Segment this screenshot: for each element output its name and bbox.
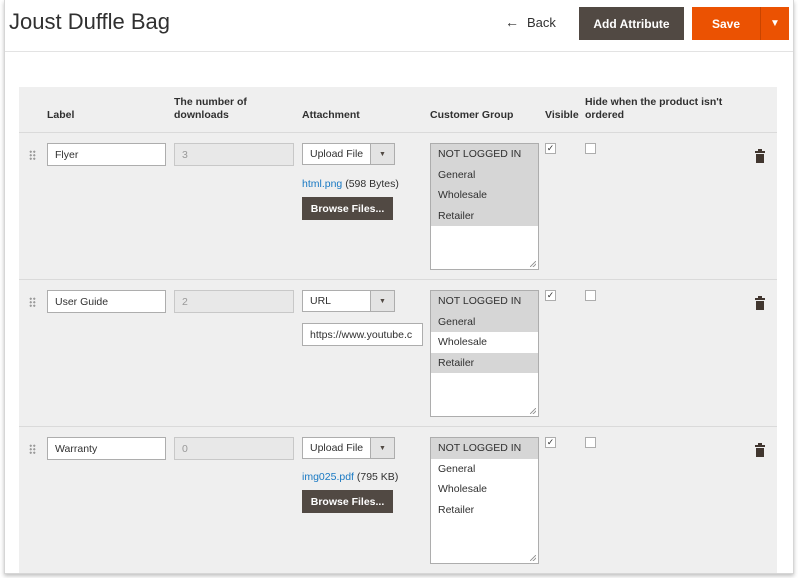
file-size: (795 KB) bbox=[356, 471, 399, 483]
file-link[interactable]: img025.pdf bbox=[302, 471, 354, 483]
resize-handle-icon[interactable] bbox=[530, 555, 536, 561]
customer-group-option[interactable]: Wholesale bbox=[431, 185, 538, 206]
column-header-label: Label bbox=[47, 109, 75, 121]
attachment-type-value: Upload File bbox=[310, 442, 364, 454]
attachment-type-value: URL bbox=[310, 295, 332, 307]
chevron-down-icon: ▼ bbox=[770, 18, 780, 29]
back-button[interactable]: ← Back bbox=[505, 14, 556, 30]
trash-icon[interactable] bbox=[755, 443, 765, 457]
trash-can bbox=[756, 448, 764, 457]
table-row: Warranty 0 Upload File ▼ img025.pdf (795… bbox=[19, 426, 777, 573]
customer-group-option[interactable]: Retailer bbox=[431, 500, 538, 521]
trash-can bbox=[756, 154, 764, 163]
column-header-customer-group: Customer Group bbox=[430, 109, 514, 121]
resize-handle-icon[interactable] bbox=[530, 408, 536, 414]
chevron-down-icon: ▼ bbox=[370, 438, 394, 458]
trash-lid bbox=[755, 151, 765, 153]
drag-handle-icon[interactable] bbox=[29, 150, 36, 161]
checkmark-icon: ✓ bbox=[546, 143, 555, 153]
attachment-type-select[interactable]: Upload File ▼ bbox=[302, 437, 395, 459]
visible-checkbox[interactable]: ✓ bbox=[545, 437, 556, 448]
column-header-visible: Visible bbox=[545, 109, 579, 121]
downloads-input[interactable]: 2 bbox=[174, 290, 294, 313]
app-window: Joust Duffle Bag ← Back Add Attribute Sa… bbox=[4, 0, 794, 574]
file-info: html.png (598 Bytes) bbox=[302, 178, 399, 190]
attachments-grid: Label The number of downloads Attachment… bbox=[19, 87, 777, 573]
checkmark-icon: ✓ bbox=[546, 437, 555, 447]
column-header-downloads: The number of downloads bbox=[174, 96, 247, 122]
trash-lid bbox=[755, 298, 765, 300]
column-header-attachment: Attachment bbox=[302, 109, 360, 121]
customer-group-multiselect[interactable]: NOT LOGGED IN General Wholesale Retailer bbox=[430, 437, 539, 564]
customer-group-option[interactable]: Wholesale bbox=[431, 332, 538, 353]
table-row: Flyer 3 Upload File ▼ html.png (598 Byte… bbox=[19, 132, 777, 279]
trash-icon[interactable] bbox=[755, 296, 765, 310]
file-info: img025.pdf (795 KB) bbox=[302, 471, 398, 483]
label-input[interactable]: User Guide bbox=[47, 290, 166, 313]
visible-checkbox[interactable]: ✓ bbox=[545, 143, 556, 154]
customer-group-option[interactable]: NOT LOGGED IN bbox=[431, 291, 538, 312]
arrow-left-icon: ← bbox=[505, 14, 519, 30]
customer-group-option[interactable]: Wholesale bbox=[431, 479, 538, 500]
trash-lid bbox=[755, 445, 765, 447]
trash-icon[interactable] bbox=[755, 149, 765, 163]
label-input[interactable]: Flyer bbox=[47, 143, 166, 166]
attachment-type-value: Upload File bbox=[310, 148, 364, 160]
downloads-input[interactable]: 3 bbox=[174, 143, 294, 166]
chevron-down-icon: ▼ bbox=[370, 144, 394, 164]
column-header-downloads-line2: downloads bbox=[174, 109, 229, 121]
drag-handle-icon[interactable] bbox=[29, 444, 36, 455]
browse-files-button[interactable]: Browse Files... bbox=[302, 490, 393, 513]
column-header-hide-line1: Hide when the product isn't bbox=[585, 96, 723, 108]
downloads-input[interactable]: 0 bbox=[174, 437, 294, 460]
customer-group-option[interactable]: NOT LOGGED IN bbox=[431, 438, 538, 459]
resize-handle-icon[interactable] bbox=[530, 261, 536, 267]
page-header: Joust Duffle Bag ← Back Add Attribute Sa… bbox=[5, 0, 793, 52]
customer-group-multiselect[interactable]: NOT LOGGED IN General Wholesale Retailer bbox=[430, 143, 539, 270]
label-input[interactable]: Warranty bbox=[47, 437, 166, 460]
attachment-type-select[interactable]: Upload File ▼ bbox=[302, 143, 395, 165]
checkmark-icon: ✓ bbox=[546, 290, 555, 300]
table-row: User Guide 2 URL ▼ https://www.youtube.c… bbox=[19, 279, 777, 426]
file-size: (598 Bytes) bbox=[345, 178, 399, 190]
hide-unordered-checkbox[interactable] bbox=[585, 437, 596, 448]
visible-checkbox[interactable]: ✓ bbox=[545, 290, 556, 301]
customer-group-option[interactable]: General bbox=[431, 164, 538, 185]
column-header-hide: Hide when the product isn't ordered bbox=[585, 96, 722, 122]
customer-group-multiselect[interactable]: NOT LOGGED IN General Wholesale Retailer bbox=[430, 290, 539, 417]
chevron-down-icon: ▼ bbox=[370, 291, 394, 311]
add-attribute-button[interactable]: Add Attribute bbox=[579, 7, 684, 40]
customer-group-option[interactable]: NOT LOGGED IN bbox=[431, 144, 538, 165]
attachment-type-select[interactable]: URL ▼ bbox=[302, 290, 395, 312]
drag-handle-icon[interactable] bbox=[29, 297, 36, 308]
customer-group-option[interactable]: Retailer bbox=[431, 205, 538, 226]
customer-group-option[interactable]: Retailer bbox=[431, 352, 538, 373]
browse-files-button[interactable]: Browse Files... bbox=[302, 197, 393, 220]
save-options-toggle[interactable]: ▼ bbox=[760, 7, 789, 40]
column-header-hide-line2: ordered bbox=[585, 109, 625, 121]
url-input[interactable]: https://www.youtube.c bbox=[302, 323, 423, 346]
customer-group-option[interactable]: General bbox=[431, 311, 538, 332]
back-label: Back bbox=[527, 14, 556, 30]
file-link[interactable]: html.png bbox=[302, 178, 342, 190]
trash-can bbox=[756, 301, 764, 310]
customer-group-option[interactable]: General bbox=[431, 459, 538, 480]
page-title: Joust Duffle Bag bbox=[9, 9, 171, 34]
hide-unordered-checkbox[interactable] bbox=[585, 143, 596, 154]
save-button[interactable]: Save bbox=[692, 7, 760, 40]
hide-unordered-checkbox[interactable] bbox=[585, 290, 596, 301]
column-header-downloads-line1: The number of bbox=[174, 96, 247, 108]
